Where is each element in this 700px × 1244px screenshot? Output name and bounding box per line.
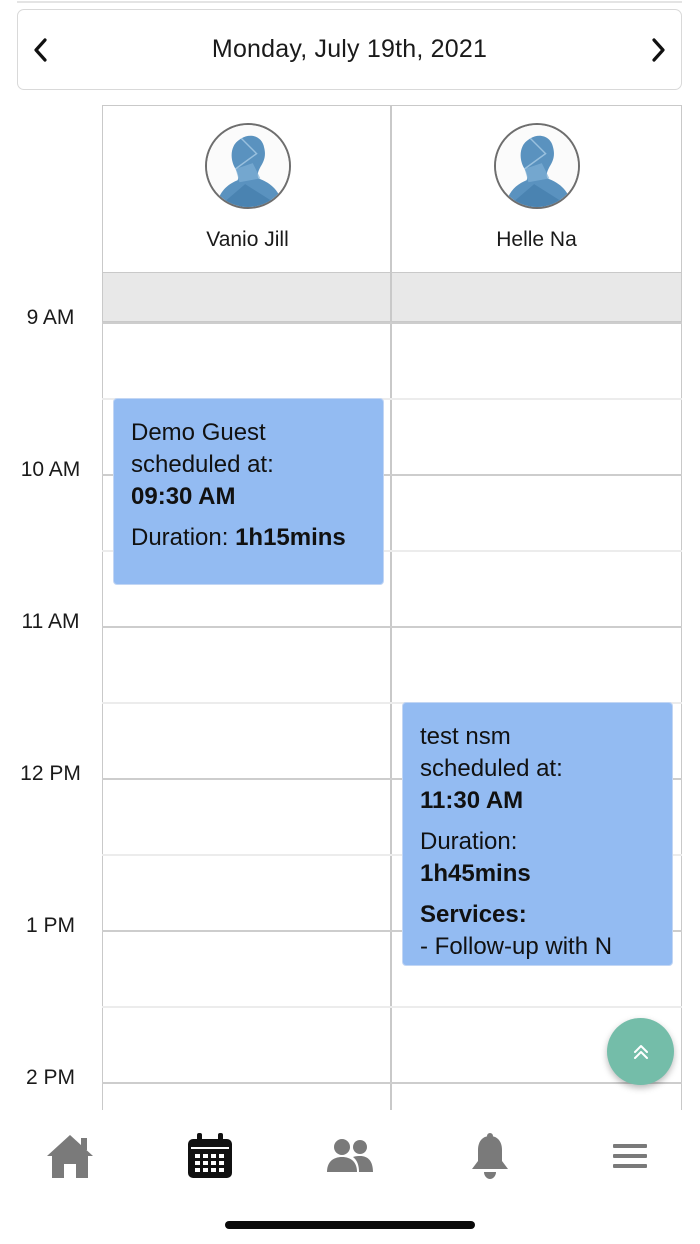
all-day-divider (390, 273, 392, 322)
home-indicator (225, 1221, 475, 1229)
duration-label: Duration: (131, 524, 229, 551)
service-item: - Follow-up with N (420, 933, 613, 960)
all-day-row[interactable] (103, 273, 681, 322)
appointment-title: Demo Guest (131, 419, 266, 446)
next-day-button[interactable] (639, 25, 679, 75)
resource-header-helle-na[interactable]: Helle Na (392, 105, 681, 272)
time-label: 9 AM (26, 306, 75, 329)
time-label: 11 AM (21, 610, 80, 633)
bottom-tab-bar (0, 1110, 700, 1244)
appointment-scheduled-label: scheduled at: (131, 451, 274, 478)
duration-label: Duration: (420, 828, 518, 855)
tab-notifications[interactable] (455, 1128, 525, 1184)
bell-icon (472, 1133, 508, 1179)
menu-icon (613, 1144, 647, 1168)
duration-value: 1h15mins (235, 524, 346, 551)
day-schedule-grid[interactable]: Vanio Jill Helle Na 9 AM 10 AM 11 AM 12 … (0, 105, 700, 1110)
user-silhouette-avatar-icon (493, 123, 580, 209)
hour-line (102, 322, 682, 324)
appointment-duration: Duration: 1h15mins (131, 522, 366, 554)
users-icon (327, 1139, 373, 1172)
appointment-card-test-nsm[interactable]: test nsm scheduled at: 11:30 AM Duration… (402, 702, 673, 966)
appointment-card-demo-guest[interactable]: Demo Guest scheduled at: 09:30 AM Durati… (113, 398, 384, 585)
home-icon (47, 1135, 93, 1178)
tab-home[interactable] (35, 1128, 105, 1184)
appointment-time: 09:30 AM (131, 483, 236, 510)
tab-clients[interactable] (315, 1128, 385, 1184)
previous-day-button[interactable] (20, 25, 60, 75)
double-chevron-up-icon (633, 1044, 648, 1059)
resource-name: Vanio Jill (206, 228, 289, 251)
time-label: 1 PM (25, 914, 75, 937)
resource-name: Helle Na (496, 228, 577, 251)
chevron-right-icon (652, 37, 665, 62)
chevron-left-icon (34, 37, 47, 62)
time-label: 10 AM (20, 458, 81, 481)
calendar-icon (188, 1133, 232, 1178)
appointment-time: 11:30 AM (420, 787, 524, 814)
resource-header-vanio-jill[interactable]: Vanio Jill (103, 105, 392, 272)
current-date-label: Monday, July 19th, 2021 (211, 35, 488, 63)
time-label: 12 PM (20, 762, 81, 785)
services-label: Services: (420, 901, 527, 928)
duration-value: 1h45mins (420, 860, 531, 887)
user-silhouette-avatar-icon (204, 123, 291, 209)
tab-calendar[interactable] (175, 1128, 245, 1184)
half-hour-line (102, 1006, 682, 1008)
time-label: 2 PM (25, 1066, 75, 1089)
hour-line (102, 1082, 682, 1084)
scroll-to-top-button[interactable] (607, 1018, 674, 1085)
top-divider (17, 0, 682, 3)
date-navigator: Monday, July 19th, 2021 (17, 9, 682, 90)
hour-line (102, 626, 682, 628)
appointment-scheduled-label: scheduled at: (420, 755, 563, 782)
tab-menu[interactable] (595, 1128, 665, 1184)
appointment-title: test nsm (420, 723, 511, 750)
